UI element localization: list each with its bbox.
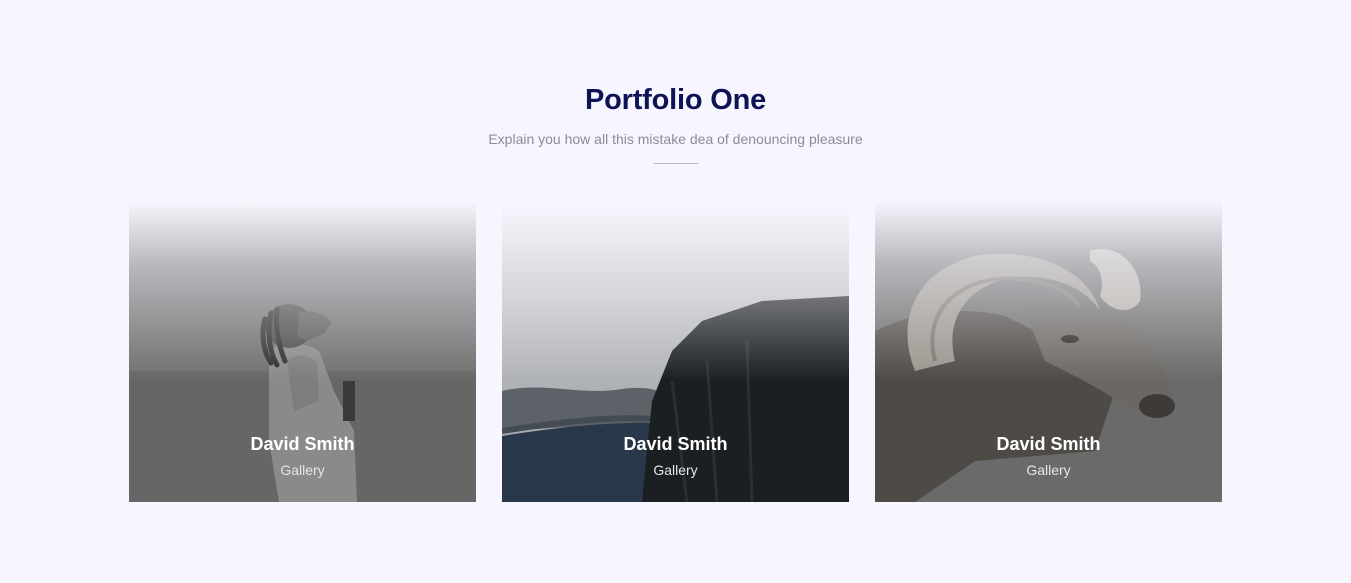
title-divider [654, 163, 698, 164]
card-category: Gallery [280, 462, 325, 478]
portfolio-card[interactable]: David Smith Gallery [129, 201, 476, 502]
card-gradient [129, 201, 476, 381]
card-gradient [875, 201, 1222, 381]
card-category: Gallery [1026, 462, 1071, 478]
card-category: Gallery [653, 462, 698, 478]
portfolio-card[interactable]: David Smith Gallery [875, 201, 1222, 502]
card-title: David Smith [250, 434, 355, 454]
portfolio-card[interactable]: David Smith Gallery [502, 201, 849, 502]
section-title: Portfolio One [584, 84, 767, 116]
portfolio-section: Portfolio One Explain you how all this m… [0, 0, 1351, 583]
card-title: David Smith [996, 434, 1101, 454]
section-subtitle: Explain you how all this mistake dea of … [488, 131, 863, 147]
card-title: David Smith [623, 434, 728, 454]
card-gradient [502, 201, 849, 381]
